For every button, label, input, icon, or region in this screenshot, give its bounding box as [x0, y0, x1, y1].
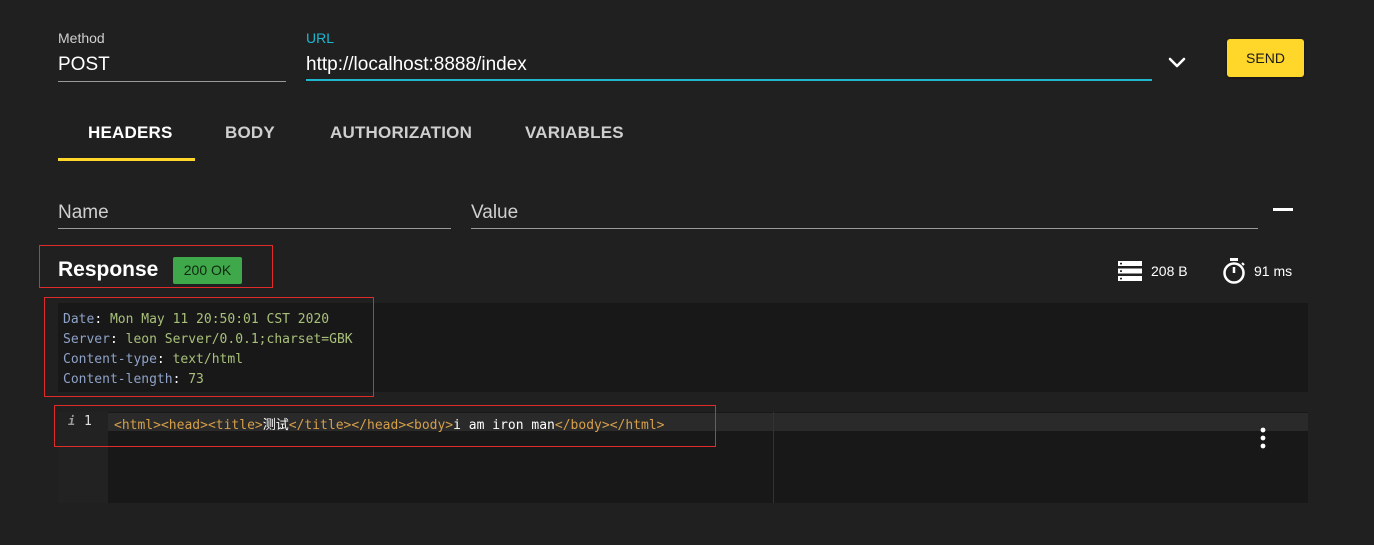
annotation-box-body [54, 405, 716, 447]
header-name-input[interactable]: Name [58, 202, 109, 224]
tab-headers[interactable]: HEADERS [88, 123, 173, 143]
response-size: 208 B [1151, 263, 1188, 279]
status-badge: 200 OK [173, 257, 242, 284]
url-underline [306, 79, 1152, 81]
stopwatch-icon [1222, 258, 1246, 284]
header-line: Date: Mon May 11 20:50:01 CST 2020 [63, 312, 330, 327]
header-key: Server [63, 332, 110, 347]
header-line: Server: leon Server/0.0.1;charset=GBK [63, 332, 353, 347]
header-key: Content-length [63, 372, 173, 387]
method-underline [58, 81, 286, 82]
header-value: text/html [172, 352, 244, 367]
url-input[interactable]: http://localhost:8888/index [306, 54, 527, 76]
chevron-down-icon[interactable] [1166, 53, 1188, 73]
header-value: 73 [188, 372, 204, 387]
remove-header-icon[interactable] [1273, 208, 1293, 211]
method-select[interactable]: POST [58, 54, 110, 76]
tab-body[interactable]: BODY [225, 123, 275, 143]
url-label: URL [306, 30, 335, 46]
header-name-underline [58, 228, 451, 229]
more-options-icon[interactable] [1257, 427, 1269, 449]
header-value: leon Server/0.0.1;charset=GBK [125, 332, 353, 347]
header-key: Content-type [63, 352, 157, 367]
header-value: Mon May 11 20:50:01 CST 2020 [109, 312, 330, 327]
tab-authorization[interactable]: AUTHORIZATION [330, 123, 472, 143]
header-key: Date [63, 312, 95, 327]
header-value-underline [471, 228, 1258, 229]
send-button[interactable]: SEND [1227, 39, 1304, 77]
header-value-input[interactable]: Value [471, 202, 518, 224]
method-label: Method [58, 30, 105, 46]
header-line: Content-type: text/html [63, 352, 244, 367]
tab-variables[interactable]: VARIABLES [525, 123, 624, 143]
size-icon [1118, 261, 1142, 281]
editor-divider [773, 412, 774, 503]
response-headers-list: Date: Mon May 11 20:50:01 CST 2020 Serve… [63, 310, 353, 390]
header-line: Content-length: 73 [63, 372, 204, 387]
response-title: Response [58, 258, 159, 281]
response-time: 91 ms [1254, 263, 1293, 279]
active-tab-indicator [58, 158, 195, 161]
